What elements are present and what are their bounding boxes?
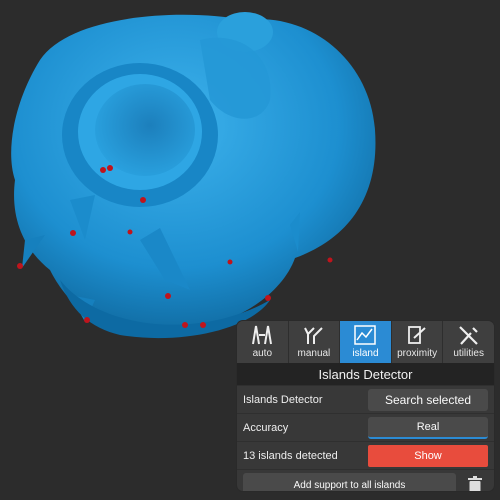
tool-tabs: auto manual island proximity utilities — [237, 321, 494, 363]
status-row: 13 islands detected Show — [237, 441, 494, 469]
tab-label: utilities — [453, 348, 484, 359]
utilities-icon — [458, 326, 478, 345]
tab-island[interactable]: island — [340, 321, 392, 363]
add-support-button[interactable]: Add support to all islands — [243, 473, 456, 491]
accuracy-row: Accuracy Real — [237, 413, 494, 441]
auto-icon — [252, 325, 273, 345]
island-marker — [327, 257, 333, 263]
panel-title: Islands Detector — [237, 363, 494, 385]
island-marker — [265, 295, 271, 301]
island-marker — [100, 167, 106, 173]
tab-label: manual — [297, 348, 331, 359]
tab-label: proximity — [397, 348, 438, 359]
tab-label: island — [352, 348, 379, 359]
accuracy-select[interactable]: Real — [368, 416, 488, 439]
island-marker — [140, 197, 146, 203]
tab-label: auto — [252, 348, 273, 359]
island-marker — [17, 263, 23, 269]
island-icon — [354, 325, 377, 345]
island-marker — [70, 230, 76, 236]
trash-icon[interactable] — [462, 473, 488, 491]
show-button[interactable]: Show — [368, 444, 488, 467]
islands-count-text: 13 islands detected — [243, 449, 338, 462]
island-marker — [165, 293, 171, 299]
tab-auto[interactable]: auto — [237, 321, 289, 363]
island-marker — [227, 259, 233, 265]
tab-utilities[interactable]: utilities — [443, 321, 494, 363]
3d-model[interactable] — [11, 12, 376, 339]
detector-label: Islands Detector — [243, 393, 323, 406]
search-selected-button[interactable]: Search selected — [368, 388, 488, 411]
tab-proximity[interactable]: proximity — [392, 321, 444, 363]
detector-row: Islands Detector Search selected — [237, 385, 494, 413]
islands-panel: auto manual island proximity utilities I… — [237, 321, 494, 491]
island-marker — [84, 317, 90, 323]
manual-icon — [303, 327, 323, 344]
add-support-row: Add support to all islands — [237, 469, 494, 491]
proximity-icon — [408, 326, 426, 344]
accuracy-label: Accuracy — [243, 421, 289, 434]
island-marker — [127, 229, 133, 235]
island-marker — [107, 165, 113, 171]
island-marker — [182, 322, 188, 328]
island-marker — [200, 322, 206, 328]
tab-manual[interactable]: manual — [289, 321, 341, 363]
